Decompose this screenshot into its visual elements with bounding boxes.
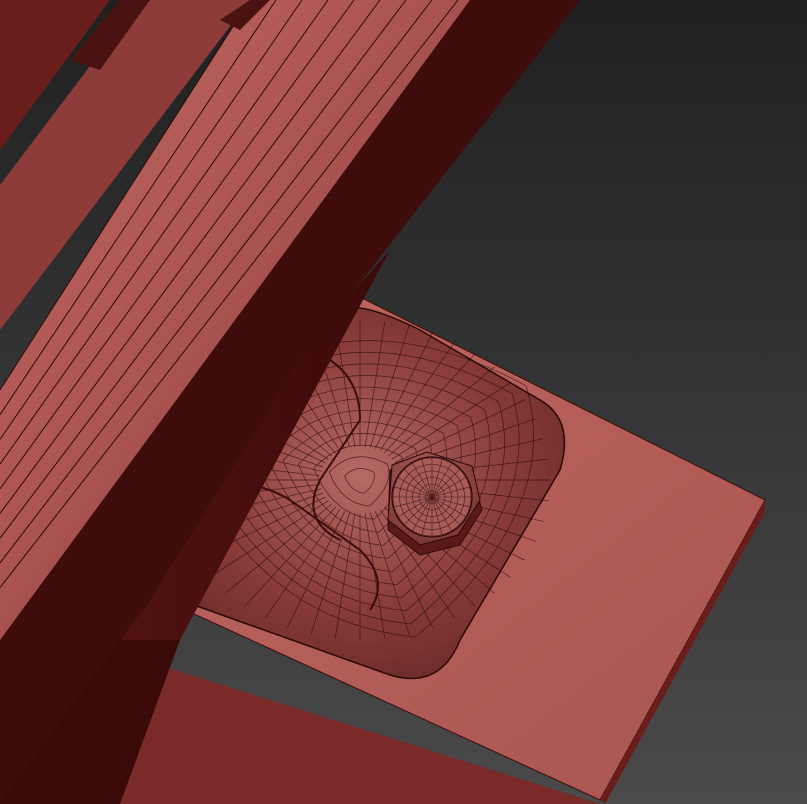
- viewport-scene[interactable]: [0, 0, 807, 804]
- 3d-viewport[interactable]: [0, 0, 807, 804]
- bolt-wireframe: [392, 457, 472, 537]
